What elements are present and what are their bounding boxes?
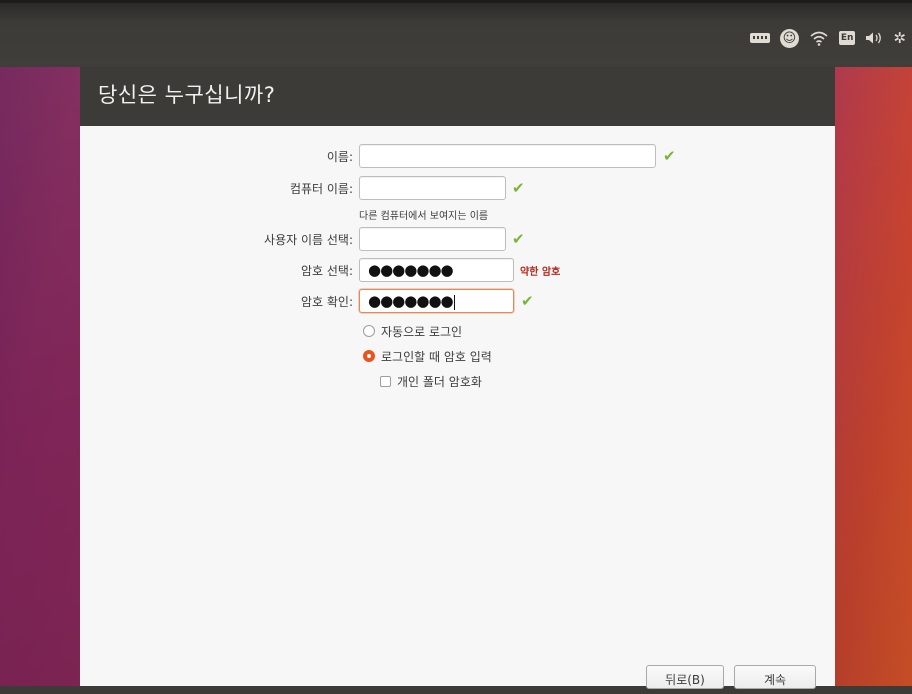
name-label: 이름: — [326, 150, 353, 164]
back-button[interactable]: 뒤로(B) — [646, 665, 724, 689]
confirm-label: 암호 확인: — [300, 295, 353, 309]
confirm-row: 암호 확인: ●●●●●●● ✔ — [80, 289, 835, 315]
username-field[interactable] — [359, 227, 506, 251]
continue-button[interactable]: 계속 — [734, 665, 816, 689]
password-mask: ●●●●●●● — [368, 261, 454, 279]
password-label: 암호 선택: — [300, 264, 353, 278]
installer-window: 당신은 누구십니까? 이름: ✔ 컴퓨터 이름: ✔ 다른 컴퓨터에서 보여지는… — [80, 67, 835, 689]
computer-name-valid-icon: ✔ — [512, 179, 525, 197]
computer-name-hint: 다른 컴퓨터에서 보여지는 이름 — [359, 211, 489, 222]
password-strength: 약한 암호 — [520, 267, 561, 278]
form-content: 이름: ✔ 컴퓨터 이름: ✔ 다른 컴퓨터에서 보여지는 이름 사용자 이름 … — [80, 126, 835, 686]
confirm-mask: ●●●●●●● — [368, 292, 454, 310]
require-password-label: 로그인할 때 암호 입력 — [381, 349, 492, 364]
encrypt-home-option[interactable]: 개인 폴더 암호화 — [380, 372, 482, 390]
username-valid-icon: ✔ — [512, 230, 525, 248]
auto-login-radio[interactable] — [363, 325, 375, 337]
computer-name-row: 컴퓨터 이름: ✔ — [80, 176, 835, 202]
username-label: 사용자 이름 선택: — [264, 233, 353, 247]
gear-icon[interactable]: ✲ — [893, 29, 906, 47]
computer-name-field[interactable] — [359, 176, 506, 200]
name-valid-icon: ✔ — [663, 147, 676, 165]
window-header: 당신은 누구십니까? — [80, 67, 835, 126]
top-panel: ☺ En ✲ — [0, 0, 912, 67]
password-row: 암호 선택: ●●●●●●● 약한 암호 — [80, 258, 835, 284]
require-password-option[interactable]: 로그인할 때 암호 입력 — [363, 347, 492, 365]
confirm-valid-icon: ✔ — [521, 292, 534, 310]
indicator-area: ☺ En ✲ — [749, 27, 906, 49]
require-password-radio[interactable] — [363, 350, 375, 362]
accessibility-icon[interactable]: ☺ — [779, 28, 799, 48]
computer-name-label: 컴퓨터 이름: — [289, 182, 353, 196]
auto-login-option[interactable]: 자동으로 로그인 — [363, 322, 462, 340]
password-field[interactable]: ●●●●●●● — [359, 258, 514, 282]
language-indicator[interactable]: En — [838, 31, 856, 45]
encrypt-home-checkbox[interactable] — [380, 375, 391, 387]
text-caret — [453, 295, 455, 310]
page-title: 당신은 누구십니까? — [98, 83, 276, 107]
username-row: 사용자 이름 선택: ✔ — [80, 227, 835, 253]
auto-login-label: 자동으로 로그인 — [381, 324, 463, 339]
wifi-icon[interactable] — [809, 30, 829, 46]
volume-icon[interactable] — [865, 31, 883, 45]
encrypt-home-label: 개인 폴더 암호화 — [397, 374, 482, 389]
keyboard-icon[interactable] — [749, 33, 770, 43]
confirm-password-field[interactable]: ●●●●●●● — [359, 289, 514, 313]
name-row: 이름: ✔ — [80, 144, 835, 170]
language-label: En — [838, 31, 856, 45]
name-field[interactable] — [359, 144, 656, 168]
